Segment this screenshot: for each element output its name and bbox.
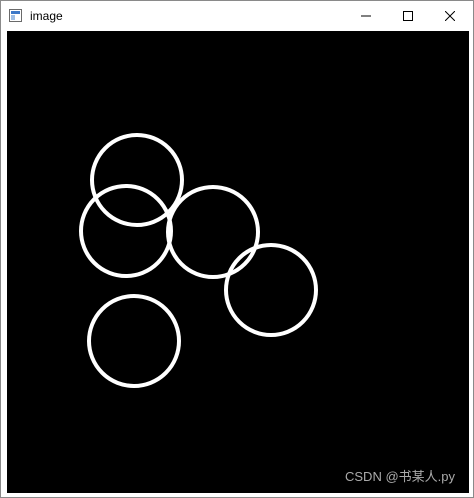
- window-title: image: [30, 9, 63, 23]
- circle-bottom-left: [87, 294, 181, 388]
- image-canvas: [7, 31, 469, 493]
- title-bar[interactable]: image: [1, 1, 473, 31]
- app-window-icon: [9, 9, 22, 22]
- close-button[interactable]: [427, 1, 473, 31]
- minimize-icon: [361, 15, 371, 17]
- watermark-text: CSDN @书某人.py: [345, 469, 455, 484]
- close-icon: [445, 11, 455, 21]
- circle-right: [224, 243, 318, 337]
- drawing-surface: [79, 133, 318, 388]
- circle-middle: [166, 185, 260, 279]
- circle-middle-left: [79, 184, 173, 278]
- image-window: image CSDN @书某人.py: [0, 0, 474, 498]
- page: image CSDN @书某人.py: [0, 0, 474, 498]
- maximize-icon: [403, 11, 413, 21]
- maximize-button[interactable]: [385, 1, 431, 31]
- minimize-button[interactable]: [343, 1, 389, 31]
